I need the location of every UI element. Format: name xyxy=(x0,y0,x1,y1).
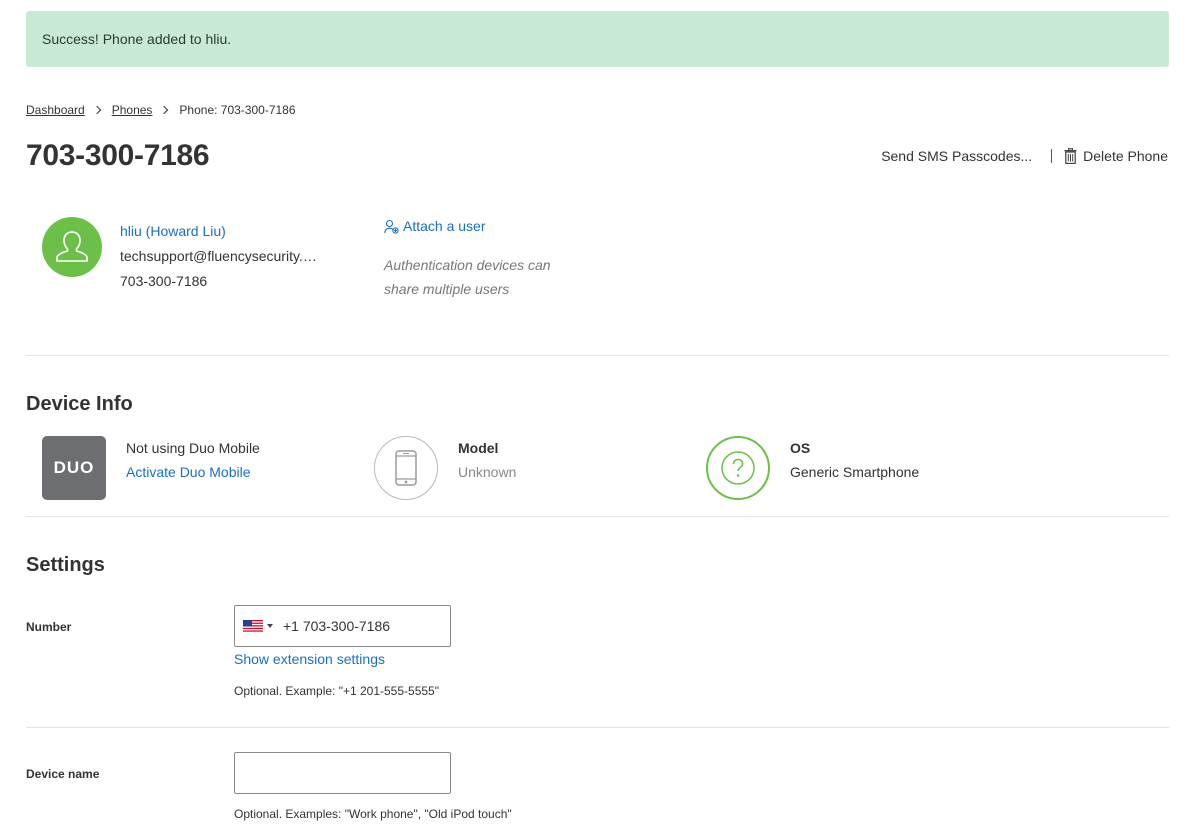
number-help-text: Optional. Example: "+1 201-555-5555" xyxy=(234,684,439,698)
user-name-link[interactable]: hliu (Howard Liu) xyxy=(120,219,320,244)
attach-user-link[interactable]: Attach a user xyxy=(384,218,486,234)
device-name-label: Device name xyxy=(26,767,100,781)
user-avatar xyxy=(42,217,102,277)
actions-separator xyxy=(1051,149,1053,163)
number-label: Number xyxy=(26,620,72,634)
delete-phone-label: Delete Phone xyxy=(1083,148,1168,164)
breadcrumb-phones-link[interactable]: Phones xyxy=(112,103,153,117)
duo-mobile-status: Not using Duo Mobile Activate Duo Mobile xyxy=(126,436,260,484)
user-email: techsupport@fluencysecurity.com xyxy=(120,248,320,264)
device-name-input[interactable] xyxy=(234,752,451,794)
duo-logo-text: DUO xyxy=(53,458,95,477)
user-info: hliu (Howard Liu) techsupport@fluencysec… xyxy=(120,219,320,294)
os-info: OS Generic Smartphone xyxy=(790,436,919,484)
success-alert: Success! Phone added to hliu. xyxy=(26,11,1169,67)
duo-logo: DUO xyxy=(42,436,106,500)
us-flag-icon[interactable] xyxy=(243,620,263,632)
page-title: 703-300-7186 xyxy=(26,139,210,172)
settings-title: Settings xyxy=(26,554,105,576)
os-value: Generic Smartphone xyxy=(790,464,920,480)
device-name-help-text: Optional. Examples: "Work phone", "Old i… xyxy=(234,807,512,821)
os-icon-circle xyxy=(706,436,770,500)
os-label: OS xyxy=(790,440,811,456)
breadcrumb: Dashboard Phones Phone: 703-300-7186 xyxy=(26,103,296,117)
trash-icon xyxy=(1064,148,1077,164)
show-extension-settings-link[interactable]: Show extension settings xyxy=(234,651,385,667)
breadcrumb-current: Phone: 703-300-7186 xyxy=(179,103,296,117)
attach-help-text: Authentication devices can share multipl… xyxy=(384,257,551,297)
page-actions: Send SMS Passcodes... Delete Phone xyxy=(881,148,1168,164)
section-divider xyxy=(26,355,1169,356)
model-info: Model Unknown xyxy=(458,436,516,484)
smartphone-icon xyxy=(395,450,417,486)
user-phone: 703-300-7186 xyxy=(120,273,208,289)
model-label: Model xyxy=(458,440,499,456)
send-sms-passcodes-button[interactable]: Send SMS Passcodes... xyxy=(881,148,1032,164)
activate-duo-mobile-link[interactable]: Activate Duo Mobile xyxy=(126,460,260,484)
phone-number-value[interactable]: +1 703-300-7186 xyxy=(283,618,390,634)
duo-mobile-status-text: Not using Duo Mobile xyxy=(126,440,260,456)
section-divider xyxy=(26,727,1169,728)
alert-message: Success! Phone added to hliu. xyxy=(42,31,232,47)
model-value: Unknown xyxy=(458,464,517,480)
chevron-down-icon[interactable] xyxy=(267,624,273,628)
question-icon xyxy=(721,451,755,485)
breadcrumb-dashboard-link[interactable]: Dashboard xyxy=(26,103,85,117)
user-icon xyxy=(56,231,88,262)
phone-number-input[interactable]: +1 703-300-7186 xyxy=(234,605,451,647)
attach-user-label: Attach a user xyxy=(403,218,486,234)
attach-user-icon xyxy=(384,219,399,234)
device-info-title: Device Info xyxy=(26,393,133,415)
chevron-right-icon xyxy=(92,105,101,115)
model-icon-circle xyxy=(374,436,438,500)
delete-phone-button[interactable]: Delete Phone xyxy=(1064,148,1168,164)
section-divider xyxy=(26,516,1169,517)
chevron-right-icon xyxy=(160,105,169,115)
